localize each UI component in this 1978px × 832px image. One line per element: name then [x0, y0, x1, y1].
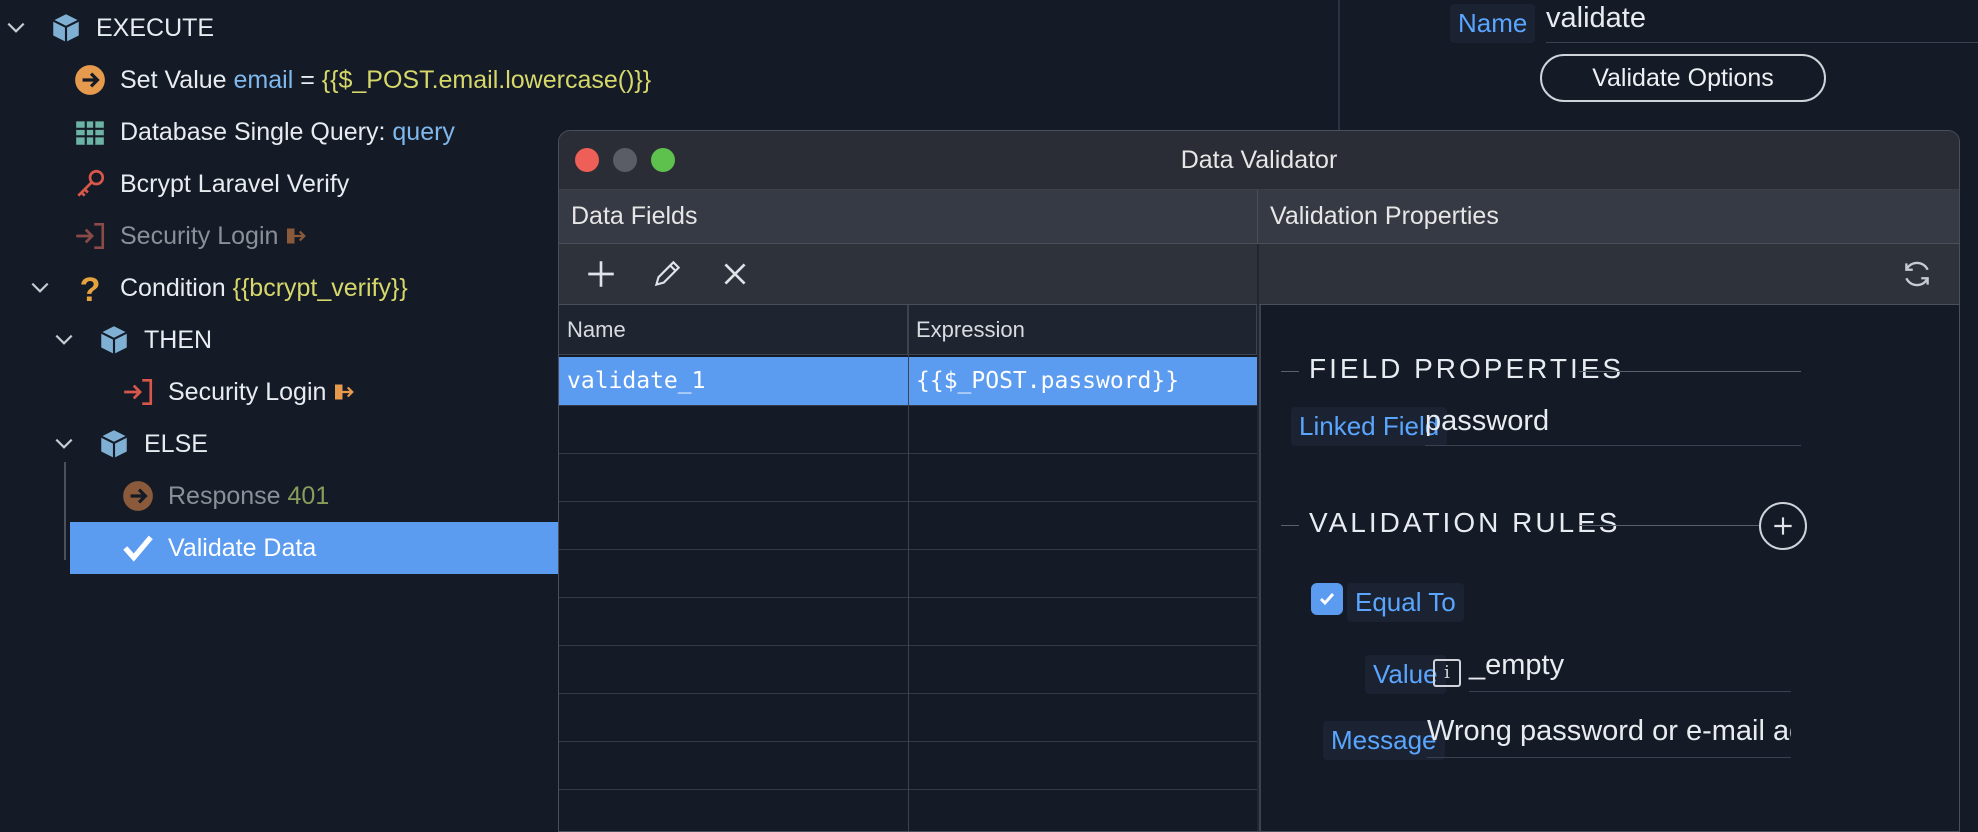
data-fields-header: Data Fields [559, 190, 1258, 244]
tree-label-db-query: Database Single Query: [120, 117, 386, 146]
chevron-down-icon[interactable] [28, 276, 52, 300]
logout-icon [284, 218, 308, 254]
tree-node-set-value[interactable]: Set Value email = {{$_POST.email.lowerca… [72, 54, 651, 106]
cell-expression: {{$_POST.password}} [916, 368, 1180, 394]
edit-pencil-icon[interactable] [647, 256, 687, 292]
set-value-expression: {{$_POST.email.lowercase()}} [321, 65, 652, 94]
tree-label-set-value: Set Value [120, 65, 227, 94]
equal-to-label[interactable]: Equal To [1347, 583, 1464, 622]
set-value-variable: email [233, 65, 294, 94]
tree-node-db-query[interactable]: Database Single Query: query [72, 106, 455, 158]
tree-label-security-login: Security Login [168, 377, 327, 406]
dialog-titlebar[interactable]: Data Validator [559, 131, 1959, 190]
svg-text:?: ? [80, 271, 101, 305]
db-query-name: query [392, 117, 455, 146]
cube-icon [96, 426, 132, 462]
login-icon [72, 218, 108, 254]
tree-label-else: ELSE [144, 429, 208, 458]
tree-node-validate-data[interactable]: Validate Data [70, 522, 558, 574]
tree-node-execute[interactable]: EXECUTE [4, 2, 214, 54]
cube-icon [96, 322, 132, 358]
tree-node-response[interactable]: Response 401 [120, 470, 329, 522]
login-icon [120, 374, 156, 410]
validation-rules-title: VALIDATION RULES [1309, 507, 1621, 538]
panel-divider [1338, 0, 1340, 130]
tree-label-response: Response [168, 481, 281, 510]
tree-label-security-login-disabled: Security Login [120, 221, 279, 250]
tree-label-bcrypt: Bcrypt Laravel Verify [120, 169, 350, 198]
data-validator-dialog: Data Validator Data Fields Validation Pr… [558, 130, 1960, 832]
add-icon[interactable] [581, 256, 621, 292]
else-branch-line [64, 462, 66, 560]
divider [1579, 525, 1759, 526]
data-fields-toolbar [559, 244, 1257, 305]
data-fields-grid: Name Expression validate_1 {{$_POST.pass… [559, 305, 1257, 831]
tree-node-security-login-disabled[interactable]: Security Login [72, 210, 320, 262]
field-properties-title: FIELD PROPERTIES [1309, 353, 1625, 384]
divider [1281, 525, 1299, 526]
column-header-expression[interactable]: Expression [908, 305, 1257, 355]
tree-node-else[interactable]: ELSE [52, 418, 208, 470]
column-header-name[interactable]: Name [559, 305, 908, 355]
equal-to-checkbox[interactable] [1311, 583, 1343, 615]
validate-options-button[interactable]: Validate Options [1540, 54, 1826, 102]
tree-node-then[interactable]: THEN [52, 314, 212, 366]
dialog-title: Data Validator [1180, 146, 1338, 174]
divider [1281, 371, 1299, 372]
chevron-down-icon[interactable] [4, 16, 28, 40]
cell-name: validate_1 [567, 368, 706, 394]
question-icon: ? [72, 270, 108, 306]
arrow-circle-icon [120, 478, 156, 514]
linked-field-value[interactable]: password [1425, 405, 1801, 446]
chevron-down-icon[interactable] [52, 328, 76, 352]
cube-icon [48, 10, 84, 46]
value-field[interactable]: _empty [1469, 649, 1791, 692]
validation-properties-panel: FIELD PROPERTIES Linked Field password V… [1259, 305, 1959, 831]
condition-expression: {{bcrypt_verify}} [232, 273, 408, 302]
key-icon [72, 166, 108, 202]
response-code: 401 [287, 481, 330, 510]
validation-toolbar [1259, 244, 1959, 305]
tree-label-then: THEN [144, 325, 213, 354]
column-separator [908, 305, 909, 831]
tree-node-security-login[interactable]: Security Login [120, 366, 368, 418]
tree-label-condition: Condition [120, 273, 226, 302]
info-icon[interactable]: i [1433, 659, 1461, 687]
logout-icon [332, 374, 356, 410]
message-field[interactable]: Wrong password or e-mail addres [1427, 715, 1791, 758]
refresh-icon[interactable] [1897, 256, 1937, 292]
linked-field-label: Linked Field [1291, 407, 1448, 446]
name-field[interactable]: validate [1546, 2, 1978, 43]
tree-label-execute: EXECUTE [96, 13, 215, 42]
name-label: Name [1450, 4, 1536, 43]
arrow-circle-icon [72, 62, 108, 98]
tree-node-condition[interactable]: ? Condition {{bcrypt_verify}} [28, 262, 408, 314]
validation-properties-header: Validation Properties [1258, 190, 1959, 244]
divider [1579, 371, 1801, 372]
tree-label-validate-data: Validate Data [168, 533, 317, 562]
table-icon [72, 114, 108, 150]
add-rule-icon[interactable] [1759, 502, 1807, 550]
set-value-equals: = [300, 65, 315, 94]
delete-x-icon[interactable] [715, 256, 755, 292]
checkmark-icon [120, 530, 156, 566]
tree-node-bcrypt[interactable]: Bcrypt Laravel Verify [72, 158, 349, 210]
chevron-down-icon[interactable] [52, 432, 76, 456]
